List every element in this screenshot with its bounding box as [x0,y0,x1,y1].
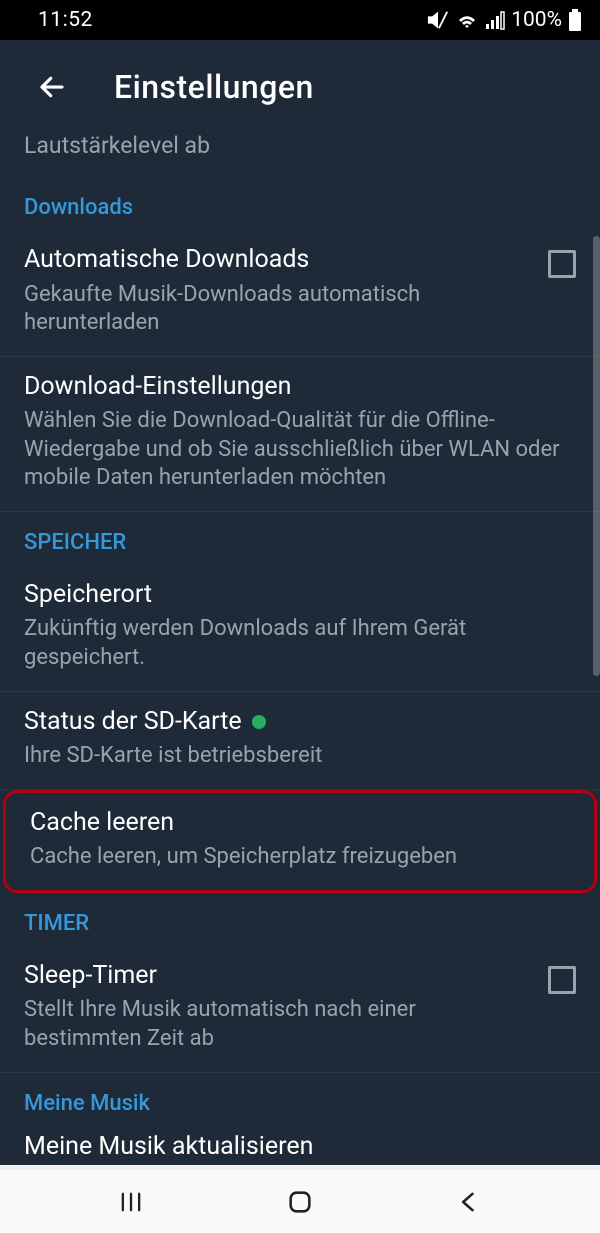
home-icon [286,1188,314,1216]
row-title: Download-Einstellungen [24,371,576,404]
battery-icon [568,9,582,31]
android-back-button[interactable] [455,1188,483,1216]
home-button[interactable] [286,1188,314,1216]
row-subtitle: Cache leeren, um Speicherplatz freizugeb… [30,843,570,872]
row-title: Automatische Downloads [24,244,534,277]
checkbox-auto-downloads[interactable] [548,250,576,278]
checkbox-sleep-timer[interactable] [548,966,576,994]
android-status-bar: 11:52 100% [0,0,600,40]
section-header-mymusic: Meine Musik [0,1073,600,1126]
section-header-storage: SPEICHER [0,512,600,565]
app-header: Einstellungen [0,40,600,132]
row-download-settings[interactable]: Download-Einstellungen Wählen Sie die Do… [0,357,600,512]
section-header-timer: TIMER [0,893,600,946]
truncated-next-item: Meine Musik aktualisieren [0,1126,600,1154]
row-auto-downloads[interactable]: Automatische Downloads Gekaufte Musik-Do… [0,230,600,357]
row-sd-status[interactable]: Status der SD-Karte Ihre SD-Karte ist be… [0,692,600,790]
row-sleep-timer[interactable]: Sleep-Timer Stellt Ihre Musik automatisc… [0,946,600,1073]
wifi-icon [455,9,479,31]
mute-icon [427,9,449,31]
signal-icon [485,10,505,30]
arrow-left-icon [37,72,67,102]
row-title: Speicherort [24,579,576,612]
chevron-left-icon [455,1188,483,1216]
row-subtitle: Stellt Ihre Musik automatisch nach einer… [24,996,534,1053]
scrollbar-thumb[interactable] [593,236,600,676]
row-clear-cache[interactable]: Cache leeren Cache leeren, um Speicherpl… [6,793,594,890]
status-dot-icon [252,715,266,729]
status-indicators: 100% [427,8,582,32]
row-subtitle: Zukünftig werden Downloads auf Ihrem Ger… [24,615,576,672]
status-time: 11:52 [38,8,93,32]
page-title: Einstellungen [114,68,314,106]
highlighted-cache-row: Cache leeren Cache leeren, um Speicherpl… [3,790,597,893]
battery-percent: 100% [511,8,562,32]
truncated-previous-item: Lautstärkelevel ab [0,132,600,177]
row-title: Cache leeren [30,807,570,840]
row-subtitle: Wählen Sie die Download-Qualität für die… [24,407,576,493]
row-title: Sleep-Timer [24,960,534,993]
row-subtitle: Gekaufte Musik-Downloads automatisch her… [24,281,534,338]
section-header-downloads: Downloads [0,177,600,230]
row-subtitle: Ihre SD-Karte ist betriebsbereit [24,742,576,771]
settings-scroll-area[interactable]: Lautstärkelevel ab Downloads Automatisch… [0,132,600,1165]
android-nav-bar [0,1165,600,1233]
row-storage-location[interactable]: Speicherort Zukünftig werden Downloads a… [0,565,600,692]
recents-button[interactable] [117,1188,145,1216]
row-title: Status der SD-Karte [24,706,576,739]
sd-status-label: Status der SD-Karte [24,706,242,739]
recents-icon [117,1188,145,1216]
back-button[interactable] [34,69,70,105]
